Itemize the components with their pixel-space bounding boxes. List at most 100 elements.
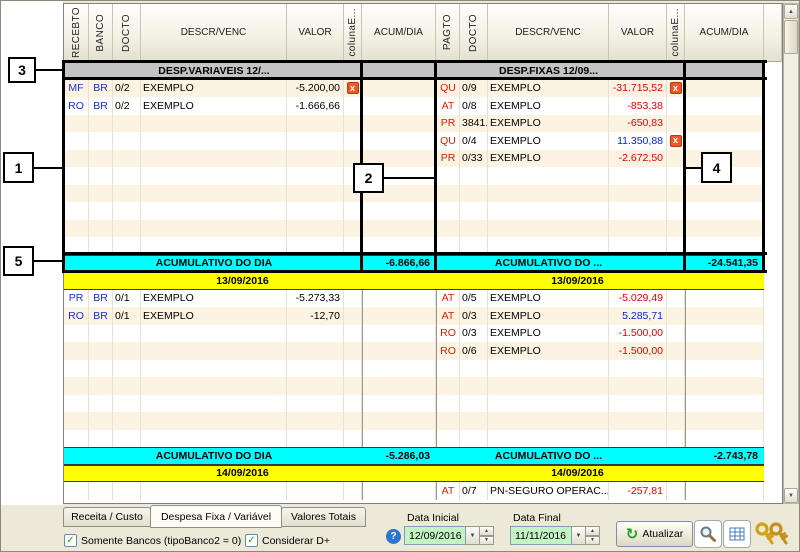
column-header-docto[interactable]: DOCTO	[460, 4, 488, 62]
tab-despesa-fixa-variavel[interactable]: Despesa Fixa / Variável	[150, 505, 282, 528]
grid-row[interactable]: PR3841...EXEMPLO-650,83	[64, 115, 782, 133]
spin-up-icon[interactable]: ▲	[480, 526, 494, 536]
date-row[interactable]: 13/09/201613/09/2016	[64, 272, 782, 290]
delete-x-icon[interactable]: x	[670, 82, 682, 94]
grid-cell	[287, 185, 344, 203]
grid-cell	[685, 290, 764, 308]
grid-row[interactable]: MFBR0/2EXEMPLO-5.200,00xQU0/9EXEMPLO-31.…	[64, 80, 782, 98]
spin-down-icon[interactable]: ▼	[586, 536, 600, 546]
grid-cell	[362, 115, 436, 133]
column-header-banco[interactable]: BANCO	[89, 4, 113, 62]
column-header-descrvenc[interactable]: DESCR/VENC	[141, 4, 287, 62]
atualizar-button[interactable]: ↻ Atualizar	[616, 521, 693, 547]
grid-cell: RO	[64, 307, 89, 325]
grid-row[interactable]: RO0/3EXEMPLO-1.500,00	[64, 325, 782, 343]
grid-cell	[344, 342, 362, 360]
search-button[interactable]	[694, 520, 722, 548]
tab-receita-custo[interactable]: Receita / Custo	[63, 507, 151, 527]
grid-cell: EXEMPLO	[488, 325, 609, 343]
tab-valores-totais[interactable]: Valores Totais	[281, 507, 366, 527]
accum-row[interactable]: ACUMULATIVO DO DIA-5.286,03ACUMULATIVO D…	[64, 447, 782, 465]
grid-cell	[609, 360, 667, 378]
data-inicial-spinner[interactable]: ▲ ▼	[480, 526, 494, 545]
grid-row[interactable]: QU0/4EXEMPLO11.350,88x	[64, 132, 782, 150]
grid-row[interactable]	[64, 202, 782, 220]
grid-row[interactable]: RO0/6EXEMPLO-1.500,00	[64, 342, 782, 360]
grid-row[interactable]	[64, 185, 782, 203]
column-header-valor[interactable]: VALOR	[609, 4, 667, 62]
data-inicial-dropdown-icon[interactable]: ▼	[466, 526, 480, 545]
grid-row[interactable]	[64, 167, 782, 185]
keys-icon	[754, 521, 790, 547]
grid-cell	[113, 185, 141, 203]
keys-button[interactable]	[753, 520, 791, 548]
grid-cell: PR	[64, 290, 89, 308]
grid-cell	[64, 342, 89, 360]
column-header-descrvenc[interactable]: DESCR/VENC	[488, 4, 609, 62]
column-header-colunae[interactable]: colunaE...	[344, 4, 362, 62]
grid-header: RECEBTOBANCODOCTODESCR/VENCVALORcolunaE.…	[64, 4, 782, 62]
column-header-colunae[interactable]: colunaE...	[667, 4, 685, 62]
data-final-value[interactable]: 11/11/2016	[510, 526, 572, 545]
date-row[interactable]: 14/09/201614/09/2016	[64, 465, 782, 483]
data-final-dropdown-icon[interactable]: ▼	[572, 526, 586, 545]
checkbox-somente-bancos[interactable]: ✓ Somente Bancos (tipoBanco2 = 0)	[64, 534, 241, 547]
data-final-field[interactable]: 11/11/2016 ▼ ▲ ▼	[510, 526, 600, 545]
grid-cell	[685, 360, 764, 378]
data-inicial-value[interactable]: 12/09/2016	[404, 526, 466, 545]
scroll-up-icon[interactable]: ▲	[784, 4, 798, 19]
grid-row[interactable]: ROBR0/2EXEMPLO-1.666,66AT0/8EXEMPLO-853,…	[64, 97, 782, 115]
row-filler	[764, 360, 782, 378]
date-label-right: 14/09/2016	[488, 466, 667, 482]
spin-down-icon[interactable]: ▼	[480, 536, 494, 546]
grid-row[interactable]	[64, 430, 782, 448]
column-header-recebto[interactable]: RECEBTO	[64, 4, 89, 62]
grid-row[interactable]	[64, 220, 782, 238]
grid-cell	[488, 167, 609, 185]
column-header-label: DESCR/VENC	[181, 27, 247, 38]
annotation-vline	[434, 60, 437, 273]
column-header-acumdia[interactable]: ACUM/DIA	[362, 4, 436, 62]
grid-cell	[488, 430, 609, 448]
grid-cell: MF	[64, 80, 89, 98]
grid-row[interactable]: PR0/33EXEMPLO-2.672,50	[64, 150, 782, 168]
grid-row[interactable]: AT0/7PN-SEGURO OPERAC...-257,81	[64, 482, 782, 500]
grid-row[interactable]: PRBR0/1EXEMPLO-5.273,33AT0/5EXEMPLO-5.02…	[64, 290, 782, 308]
grid-cell	[141, 325, 287, 343]
column-header-pagto[interactable]: PAGTO	[436, 4, 460, 62]
column-header-acumdia[interactable]: ACUM/DIA	[685, 4, 764, 62]
row-cells	[64, 395, 764, 413]
grid-cell	[113, 150, 141, 168]
column-header-valor[interactable]: VALOR	[287, 4, 344, 62]
grid-view-button[interactable]	[723, 520, 751, 548]
column-header-label: ACUM/DIA	[700, 27, 749, 38]
data-inicial-field[interactable]: 12/09/2016 ▼ ▲ ▼	[404, 526, 494, 545]
callout-label: 1	[15, 160, 23, 176]
vertical-scrollbar[interactable]: ▲ ▼	[783, 3, 799, 504]
grid-cell	[685, 115, 764, 133]
grid-row[interactable]	[64, 377, 782, 395]
help-icon[interactable]: ?	[386, 529, 401, 544]
scroll-down-icon[interactable]: ▼	[784, 488, 798, 503]
grid-cell	[89, 202, 113, 220]
checkbox-considerar-d[interactable]: ✓ Considerar D+	[245, 534, 330, 547]
grid-row[interactable]	[64, 360, 782, 378]
grid-row[interactable]: ROBR0/1EXEMPLO-12,70AT0/3EXEMPLO5.285,71	[64, 307, 782, 325]
row-cells: ACUMULATIVO DO DIA-5.286,03ACUMULATIVO D…	[64, 447, 764, 465]
grid-cell	[362, 395, 436, 413]
delete-x-icon[interactable]: x	[347, 82, 359, 94]
grid-cell: EXEMPLO	[488, 150, 609, 168]
column-header-filler	[764, 4, 782, 62]
grid-row[interactable]	[64, 395, 782, 413]
spin-up-icon[interactable]: ▲	[586, 526, 600, 536]
grid-cell	[685, 97, 764, 115]
scroll-thumb[interactable]	[784, 20, 798, 54]
column-header-docto[interactable]: DOCTO	[113, 4, 141, 62]
grid-row[interactable]	[64, 412, 782, 430]
row-cells	[64, 167, 764, 185]
grid-cell	[287, 202, 344, 220]
delete-x-icon[interactable]: x	[670, 135, 682, 147]
accum-value-right: -2.743,78	[685, 448, 761, 464]
row-cells: QU0/4EXEMPLO11.350,88x	[64, 132, 764, 150]
data-final-spinner[interactable]: ▲ ▼	[586, 526, 600, 545]
